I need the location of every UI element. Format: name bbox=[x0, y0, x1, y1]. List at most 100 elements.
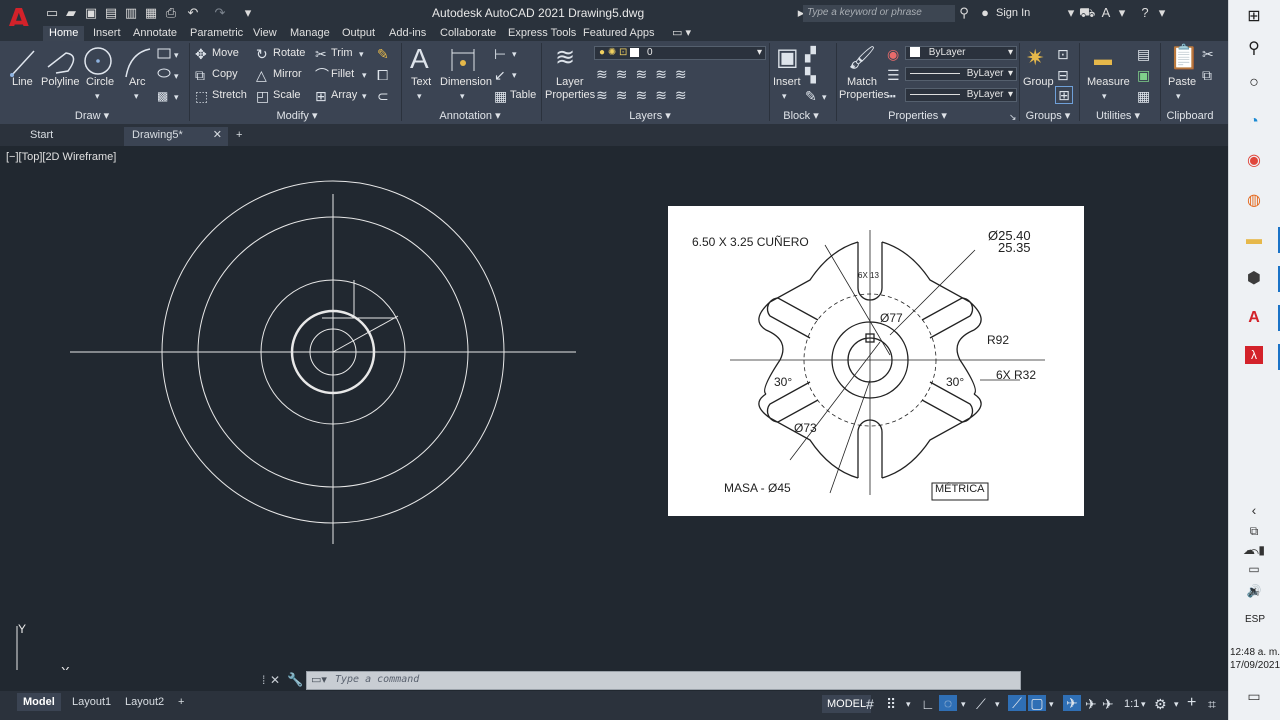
isometric-dropdown-icon[interactable]: ▾ bbox=[995, 696, 1000, 712]
3d-app-icon[interactable]: ⬢ bbox=[1243, 268, 1265, 290]
layer-tools-row1-icons[interactable]: ≋≋≋≋≋ bbox=[596, 66, 695, 82]
tab-annotate[interactable]: Annotate bbox=[133, 26, 177, 41]
circle-button[interactable]: Circle bbox=[86, 76, 114, 88]
array-button[interactable]: Array bbox=[331, 89, 357, 101]
tray-battery-volume-icons[interactable]: ▭ 🔊 bbox=[1243, 558, 1265, 598]
groups-panel-title[interactable]: Groups ▾ bbox=[1023, 109, 1073, 123]
scale-button[interactable]: Scale bbox=[273, 89, 301, 101]
arc-button[interactable]: Arc bbox=[129, 76, 146, 88]
close-tab-icon[interactable]: ✕ bbox=[213, 127, 222, 144]
dimension-dropdown-icon[interactable]: ▾ bbox=[460, 88, 465, 104]
hatch-icon[interactable]: ▩ bbox=[157, 88, 168, 104]
properties-panel-title[interactable]: Properties ▾ bbox=[880, 109, 955, 123]
edge-icon[interactable]: ◔ bbox=[1243, 111, 1265, 133]
color-dropdown[interactable]: ByLayer ▾ bbox=[905, 46, 1017, 60]
tab-insert[interactable]: Insert bbox=[93, 26, 121, 41]
block-attribute-icon[interactable]: ✎ bbox=[805, 88, 817, 104]
command-history-icon[interactable]: ▭▾ bbox=[311, 673, 327, 686]
polyline-button[interactable]: Polyline bbox=[41, 76, 80, 88]
ribbon-display-toggle-icon[interactable]: ▭ ▾ bbox=[672, 26, 691, 41]
ortho-icon[interactable]: ∟ bbox=[921, 696, 935, 712]
explode-icon[interactable]: ⧠ bbox=[377, 67, 388, 83]
autodesk-a360-icon[interactable]: A bbox=[1098, 5, 1114, 21]
annotation-panel-title[interactable]: Annotation ▾ bbox=[430, 109, 510, 123]
tab-layout1[interactable]: Layout1 bbox=[66, 693, 117, 711]
edit-block-icon[interactable]: ▚ bbox=[805, 67, 816, 83]
annotation-scale-value[interactable]: 1:1 bbox=[1124, 696, 1139, 712]
tab-layout2[interactable]: Layout2 bbox=[119, 693, 170, 711]
tab-model[interactable]: Model bbox=[17, 693, 61, 711]
save-as-icon[interactable]: ▤ bbox=[103, 5, 119, 21]
command-line-customize-icon[interactable]: 🔧 bbox=[287, 672, 303, 688]
firefox-icon[interactable]: ◍ bbox=[1243, 190, 1265, 212]
quick-access-dropdown-icon[interactable]: ▾ bbox=[240, 5, 256, 21]
undo-icon[interactable]: ↶ bbox=[185, 5, 201, 21]
leader-icon[interactable]: ↙ bbox=[494, 67, 506, 83]
linear-dimension-icon[interactable]: ⊢ bbox=[494, 46, 506, 62]
paste-button[interactable]: Paste bbox=[1168, 76, 1196, 88]
publish-icon[interactable]: ▥ bbox=[123, 5, 139, 21]
new-file-icon[interactable]: ▭ bbox=[44, 5, 60, 21]
input-language-indicator[interactable]: ESP bbox=[1229, 614, 1280, 625]
trim-dropdown-icon[interactable]: ▾ bbox=[359, 46, 364, 62]
copy-button[interactable]: Copy bbox=[212, 68, 238, 80]
open-folder-icon[interactable]: ▰ bbox=[63, 5, 79, 21]
create-block-icon[interactable]: ▞ bbox=[805, 46, 816, 62]
block-panel-title[interactable]: Block ▾ bbox=[776, 109, 826, 123]
annotation-monitor-icon[interactable]: + bbox=[1187, 695, 1196, 711]
tab-start[interactable]: Start bbox=[22, 127, 122, 146]
object-snap-icon[interactable]: ▢ bbox=[1028, 695, 1046, 711]
hatch-dropdown-icon[interactable]: ▾ bbox=[174, 89, 179, 105]
isometric-icon[interactable]: ⟋ bbox=[976, 696, 986, 712]
polar-dropdown-icon[interactable]: ▾ bbox=[961, 696, 966, 712]
search-input[interactable]: Type a keyword or phrase bbox=[803, 5, 955, 22]
chrome-icon[interactable]: ◉ bbox=[1243, 150, 1265, 172]
workspace-gear-icon[interactable]: ⚙ bbox=[1154, 696, 1167, 712]
insert-button[interactable]: Insert bbox=[773, 76, 801, 88]
modify-panel-title[interactable]: Modify ▾ bbox=[262, 109, 332, 123]
print-icon[interactable]: ⎙ bbox=[163, 5, 179, 21]
ellipse-dropdown-icon[interactable]: ▾ bbox=[174, 68, 179, 84]
search-icon[interactable]: ⚲ bbox=[1243, 38, 1265, 60]
sign-in-button[interactable]: Sign In bbox=[996, 7, 1030, 19]
reference-drawing-image[interactable]: 6.50 X 3.25 CUÑERO Ø25.40 25.35 6X 13 Ø7… bbox=[668, 206, 1084, 516]
tab-view[interactable]: View bbox=[253, 26, 277, 41]
user-icon[interactable]: ● bbox=[977, 5, 993, 21]
trim-button[interactable]: Trim bbox=[331, 47, 353, 59]
mirror-button[interactable]: Mirror bbox=[273, 68, 302, 80]
cart-icon[interactable]: ⛟ bbox=[1079, 5, 1095, 21]
leader-dropdown-icon[interactable]: ▾ bbox=[512, 67, 517, 83]
lineweight-dropdown[interactable]: ByLayer ▾ bbox=[905, 67, 1017, 81]
linear-dimension-dropdown-icon[interactable]: ▾ bbox=[512, 46, 517, 62]
erase-icon[interactable]: ✎ bbox=[377, 46, 389, 62]
save-icon[interactable]: ▣ bbox=[83, 5, 99, 21]
plot-icon[interactable]: ▦ bbox=[143, 5, 159, 21]
pen-icon[interactable]: ✍ bbox=[1243, 582, 1265, 604]
fillet-button[interactable]: Fillet bbox=[331, 68, 354, 80]
autocad-taskbar-icon[interactable]: A bbox=[1243, 307, 1265, 329]
workspace-dropdown-icon[interactable]: ▾ bbox=[1174, 696, 1179, 712]
utilities-panel-title[interactable]: Utilities ▾ bbox=[1088, 109, 1148, 123]
taskbar-clock[interactable]: 12:48 a. m. 17/09/2021 bbox=[1229, 646, 1280, 672]
command-line-close-icon[interactable]: ✕ bbox=[270, 673, 280, 687]
annotation-visibility-icon[interactable]: ✈ bbox=[1063, 695, 1081, 711]
line-button[interactable]: Line bbox=[12, 76, 33, 88]
search-icon[interactable]: ⚲ bbox=[956, 5, 972, 21]
group-button[interactable]: Group bbox=[1023, 76, 1054, 88]
sign-in-dropdown-icon[interactable]: ▾ bbox=[1063, 5, 1079, 21]
calculator-icon[interactable]: ▦ bbox=[1137, 88, 1150, 104]
ungroup-icon[interactable]: ⊡ bbox=[1057, 46, 1069, 62]
group-selection-toggle-icon[interactable]: ⊞ bbox=[1055, 86, 1073, 104]
layer-dropdown[interactable]: ● ✺ ⊡ 0 ▾ bbox=[594, 46, 766, 60]
tab-home[interactable]: Home bbox=[43, 26, 85, 41]
stretch-button[interactable]: Stretch bbox=[212, 89, 247, 101]
object-snap-tracking-icon[interactable]: ⟋ bbox=[1008, 695, 1026, 711]
arc-dropdown-icon[interactable]: ▾ bbox=[134, 88, 139, 104]
notifications-icon[interactable]: ▭ bbox=[1243, 685, 1265, 707]
paste-dropdown-icon[interactable]: ▾ bbox=[1176, 88, 1181, 104]
cortana-icon[interactable]: ○ bbox=[1243, 72, 1265, 94]
layer-properties-button[interactable]: Layer bbox=[556, 76, 584, 88]
layer-tools-row2-icons[interactable]: ≋≋≋≋≋ bbox=[596, 87, 695, 103]
tab-express-tools[interactable]: Express Tools bbox=[508, 26, 576, 41]
annotation-scale-dropdown-icon[interactable]: ▾ bbox=[1141, 696, 1146, 712]
